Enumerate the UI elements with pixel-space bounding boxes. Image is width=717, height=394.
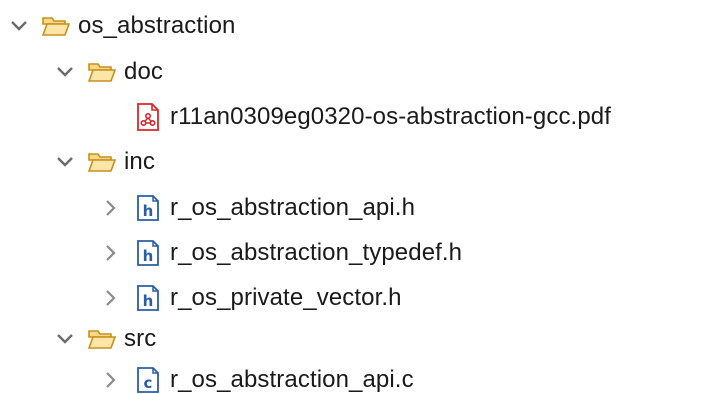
chevron-right-icon[interactable]: [96, 238, 126, 268]
tree-node-inc[interactable]: inc: [50, 140, 155, 184]
chevron-right-icon[interactable]: [96, 283, 126, 313]
project-explorer-tree: os_abstraction doc r11an0309eg0320-os-ab…: [0, 0, 717, 394]
svg-text:h: h: [143, 292, 154, 310]
tree-node-pdf-file[interactable]: r11an0309eg0320-os-abstraction-gcc.pdf: [96, 95, 611, 139]
folder-open-icon: [86, 146, 118, 178]
tree-node-src[interactable]: src: [50, 317, 156, 361]
tree-node-label: src: [124, 325, 157, 352]
chevron-right-icon[interactable]: [96, 193, 126, 223]
c-file-icon: c: [132, 364, 164, 394]
chevron-down-icon[interactable]: [4, 11, 34, 41]
tree-node-label: r_os_abstraction_api.c: [170, 366, 414, 393]
h-file-icon: h: [132, 282, 164, 314]
tree-node-typedef-h[interactable]: h r_os_abstraction_typedef.h: [96, 231, 462, 275]
tree-node-label: r_os_abstraction_api.h: [170, 194, 416, 221]
h-file-icon: h: [132, 192, 164, 224]
pdf-file-icon: [132, 101, 164, 133]
folder-open-icon: [86, 323, 118, 355]
tree-node-doc[interactable]: doc: [50, 50, 163, 94]
tree-node-api-c[interactable]: c r_os_abstraction_api.c: [96, 358, 414, 394]
folder-open-icon: [86, 56, 118, 88]
h-file-icon: h: [132, 237, 164, 269]
chevron-down-icon[interactable]: [50, 324, 80, 354]
chevron-down-icon[interactable]: [50, 57, 80, 87]
svg-text:h: h: [143, 247, 154, 265]
svg-text:h: h: [143, 202, 154, 220]
tree-node-label: doc: [124, 58, 163, 85]
tree-node-label: r11an0309eg0320-os-abstraction-gcc.pdf: [170, 103, 611, 130]
tree-node-os-abstraction[interactable]: os_abstraction: [4, 4, 236, 48]
chevron-down-icon[interactable]: [50, 147, 80, 177]
svg-text:c: c: [144, 374, 153, 392]
tree-node-private-vector-h[interactable]: h r_os_private_vector.h: [96, 276, 402, 320]
folder-open-icon: [40, 10, 72, 42]
tree-node-api-h[interactable]: h r_os_abstraction_api.h: [96, 186, 415, 230]
tree-node-label: inc: [124, 148, 155, 175]
tree-node-label: r_os_private_vector.h: [170, 284, 402, 311]
toggle-spacer: [96, 102, 126, 132]
chevron-right-icon[interactable]: [96, 365, 126, 394]
tree-node-label: r_os_abstraction_typedef.h: [170, 239, 463, 266]
tree-node-label: os_abstraction: [78, 12, 236, 39]
